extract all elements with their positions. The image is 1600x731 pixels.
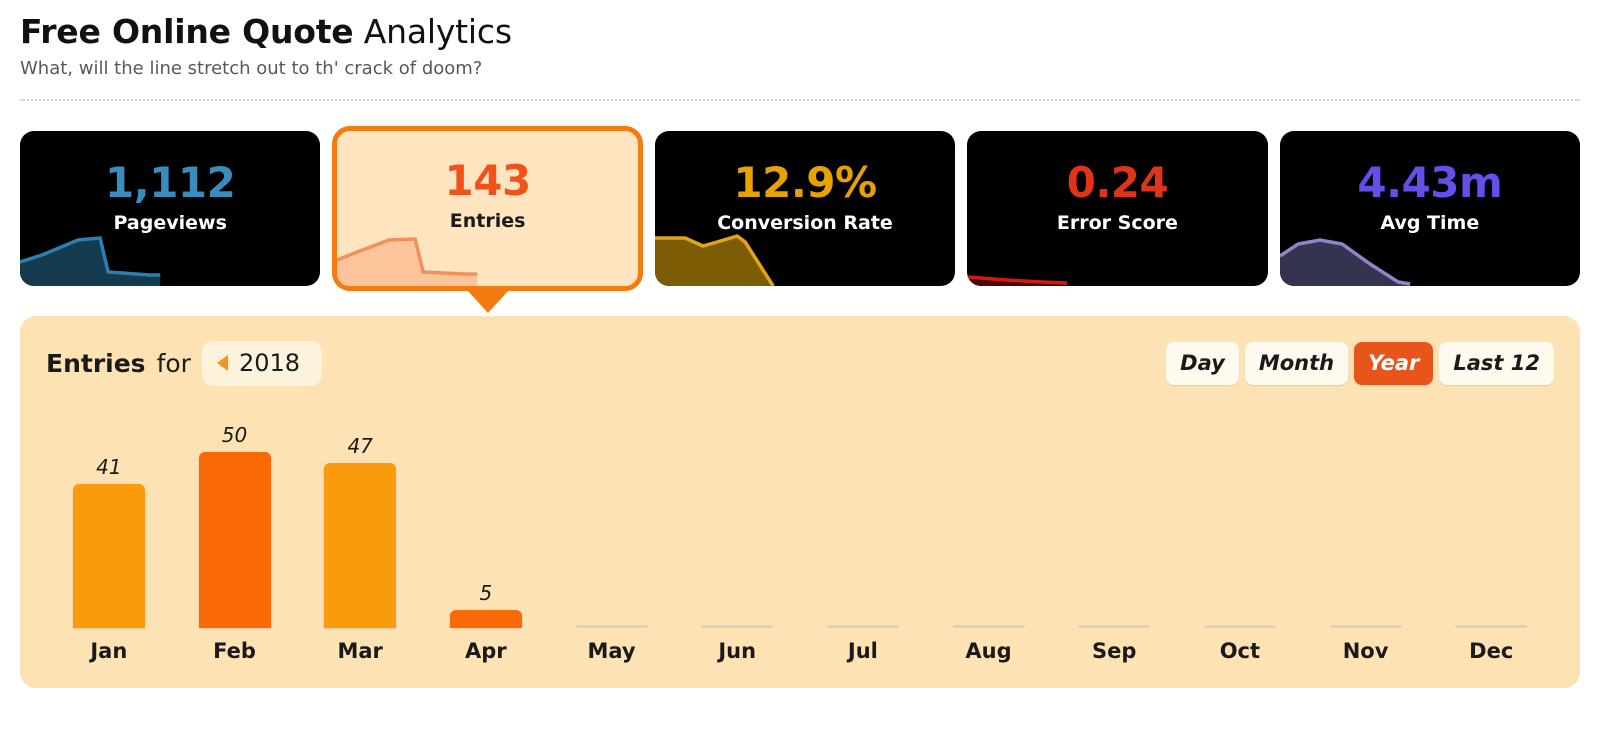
page-title: Free Online Quote Analytics (20, 10, 1580, 54)
bar-column[interactable]: 47 (297, 402, 423, 628)
bar-column[interactable] (926, 402, 1052, 628)
stat-label: Avg Time (1380, 212, 1480, 234)
stat-value: 4.43m (1357, 158, 1503, 207)
stat-label: Entries (449, 210, 526, 232)
bar-column[interactable]: 50 (172, 402, 298, 628)
chart-title: Entries for 2018 (46, 340, 323, 386)
year-value: 2018 (238, 348, 301, 377)
stat-value: 1,112 (105, 158, 236, 207)
stat-card-conversion-rate[interactable]: 12.9% Conversion Rate (654, 131, 956, 286)
bar-column[interactable] (1177, 402, 1303, 628)
x-axis-label: Mar (337, 639, 383, 663)
bar-column[interactable] (549, 402, 675, 628)
bar-value-label: 41 (96, 455, 122, 479)
stat-value: 0.24 (1066, 158, 1169, 207)
bar-value-label: 47 (347, 434, 373, 458)
x-axis-label: Dec (1469, 639, 1514, 663)
bar-value-label: 50 (221, 423, 248, 447)
range-tab-day[interactable]: Day (1166, 341, 1239, 385)
bar-column[interactable] (1303, 402, 1429, 628)
bar-column[interactable] (1428, 402, 1554, 628)
bar[interactable] (72, 484, 145, 628)
header-divider (20, 99, 1580, 101)
x-axis-label: May (587, 639, 636, 663)
x-axis-label: Jan (90, 639, 128, 663)
triangle-left-icon[interactable] (216, 354, 228, 371)
range-tab-group: Day Month Year Last 12 (1166, 341, 1554, 385)
range-tab-last-12[interactable]: Last 12 (1439, 341, 1554, 385)
bar[interactable] (1078, 625, 1151, 628)
bar-column[interactable]: 5 (423, 402, 549, 628)
bar[interactable] (1455, 625, 1528, 628)
bar-chart: 41 50 47 5 Jan Feb Mar Apr May Jun Jul Aug Sep Oct No… (46, 402, 1554, 674)
stat-card-error-score[interactable]: 0.24 Error Score (967, 131, 1268, 286)
chart-title-metric: Entries (46, 348, 146, 378)
x-axis-label: Oct (1219, 639, 1261, 663)
bar-column[interactable] (800, 402, 926, 628)
page-subtitle: What, will the line stretch out to th' c… (20, 58, 483, 79)
chart-panel-header: Entries for 2018 Day Month Year Last 12 (46, 340, 1554, 386)
page-title-strong: Free Online Quote (20, 12, 354, 51)
x-axis-label: Sep (1092, 639, 1137, 663)
bar[interactable] (952, 625, 1025, 628)
bar[interactable] (324, 463, 397, 628)
x-axis-label: Apr (465, 639, 507, 663)
stat-card-entries[interactable]: 143 Entries (332, 126, 643, 313)
stat-value: 143 (444, 156, 532, 205)
chart-panel: Entries for 2018 Day Month Year Last 12 … (20, 316, 1580, 688)
stat-card-pageviews[interactable]: 1,112 Pageviews (20, 131, 321, 286)
stat-card-row: 1,112 Pageviews 143 Entries 12.9% Conver… (20, 126, 1581, 313)
range-tab-month[interactable]: Month (1244, 341, 1349, 385)
stat-label: Error Score (1056, 212, 1178, 234)
bar[interactable] (198, 452, 271, 628)
active-card-pointer (466, 290, 509, 313)
bar[interactable] (701, 625, 774, 628)
bar[interactable] (449, 610, 522, 628)
x-axis-label: Aug (965, 639, 1012, 663)
chart-title-for: for (156, 348, 191, 378)
bar-value-label: 5 (479, 581, 493, 605)
bar-column[interactable] (1051, 402, 1177, 628)
x-axis-label: Nov (1342, 639, 1389, 663)
bar-chart-x-axis: Jan Feb Mar Apr May Jun Jul Aug Sep Oct Nov Dec (46, 634, 1554, 668)
x-axis-label: Feb (213, 639, 256, 663)
analytics-dashboard: Free Online Quote Analytics What, will t… (0, 0, 1600, 731)
page-header: Free Online Quote Analytics What, will t… (20, 0, 1580, 101)
bar[interactable] (826, 625, 899, 628)
stat-value: 12.9% (733, 158, 877, 207)
stat-card-avg-time[interactable]: 4.43m Avg Time (1279, 131, 1581, 286)
bar[interactable] (1329, 625, 1402, 628)
bar-column[interactable] (674, 402, 800, 628)
year-selector[interactable]: 2018 (201, 340, 323, 386)
bar[interactable] (1203, 625, 1276, 628)
x-axis-label: Jun (718, 639, 757, 663)
bar[interactable] (575, 625, 648, 628)
bar-column[interactable]: 41 (46, 402, 172, 628)
x-axis-label: Jul (847, 639, 878, 663)
page-title-rest: Analytics (363, 12, 512, 51)
bar-chart-bars: 41 50 47 5 (46, 402, 1554, 628)
stat-label: Pageviews (113, 212, 227, 234)
range-tab-year[interactable]: Year (1354, 341, 1434, 385)
stat-label: Conversion Rate (717, 212, 893, 234)
